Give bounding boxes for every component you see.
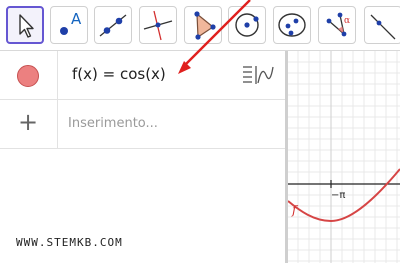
triangle-polygon-icon (194, 11, 216, 40)
x-axis-tick-label: −π (331, 190, 346, 201)
angle-icon: α (326, 12, 350, 37)
add-item-cell[interactable]: + (0, 100, 58, 148)
algebra-view: f(x) = cos(x) + Inserimento... WWW.STEMK… (0, 51, 285, 263)
angle-tool-button[interactable]: α (318, 6, 356, 44)
algebra-entry-row[interactable]: f(x) = cos(x) (0, 51, 285, 100)
watermark-text: WWW.STEMKB.COM (16, 236, 123, 249)
line-through-points-icon (99, 14, 127, 37)
visibility-toggle-cell[interactable] (0, 51, 58, 99)
ellipse-icon (278, 13, 306, 37)
plus-icon[interactable]: + (18, 110, 38, 134)
ellipse-tool-button[interactable] (273, 6, 311, 44)
cursor-arrow-icon (19, 14, 34, 38)
point-tool-button[interactable]: A (50, 6, 88, 44)
perpendicular-line-icon (143, 10, 173, 41)
function-expression[interactable]: f(x) = cos(x) (72, 65, 166, 83)
graphics-canvas[interactable] (288, 51, 400, 263)
reflect-tool-button[interactable] (364, 6, 400, 44)
toolbar: A α (0, 0, 400, 51)
visibility-marble-icon[interactable] (17, 65, 39, 87)
circle-center-point-icon (235, 13, 259, 37)
graphics-view[interactable]: −π f (288, 51, 400, 263)
point-tool-label: A (71, 10, 82, 28)
function-label[interactable]: f (292, 203, 296, 217)
point-icon (60, 27, 68, 35)
move-tool-button[interactable] (6, 6, 44, 44)
line-tool-button[interactable] (94, 6, 132, 44)
angle-alpha-label: α (344, 16, 350, 26)
algebra-input-row[interactable]: + Inserimento... (0, 100, 285, 149)
algebra-input-field[interactable]: Inserimento... (68, 116, 158, 131)
polygon-tool-button[interactable] (184, 6, 222, 44)
reflect-line-icon (370, 14, 396, 40)
circle-tool-button[interactable] (228, 6, 266, 44)
perpendicular-line-tool-button[interactable] (139, 6, 177, 44)
table-of-values-icon[interactable] (240, 63, 276, 87)
